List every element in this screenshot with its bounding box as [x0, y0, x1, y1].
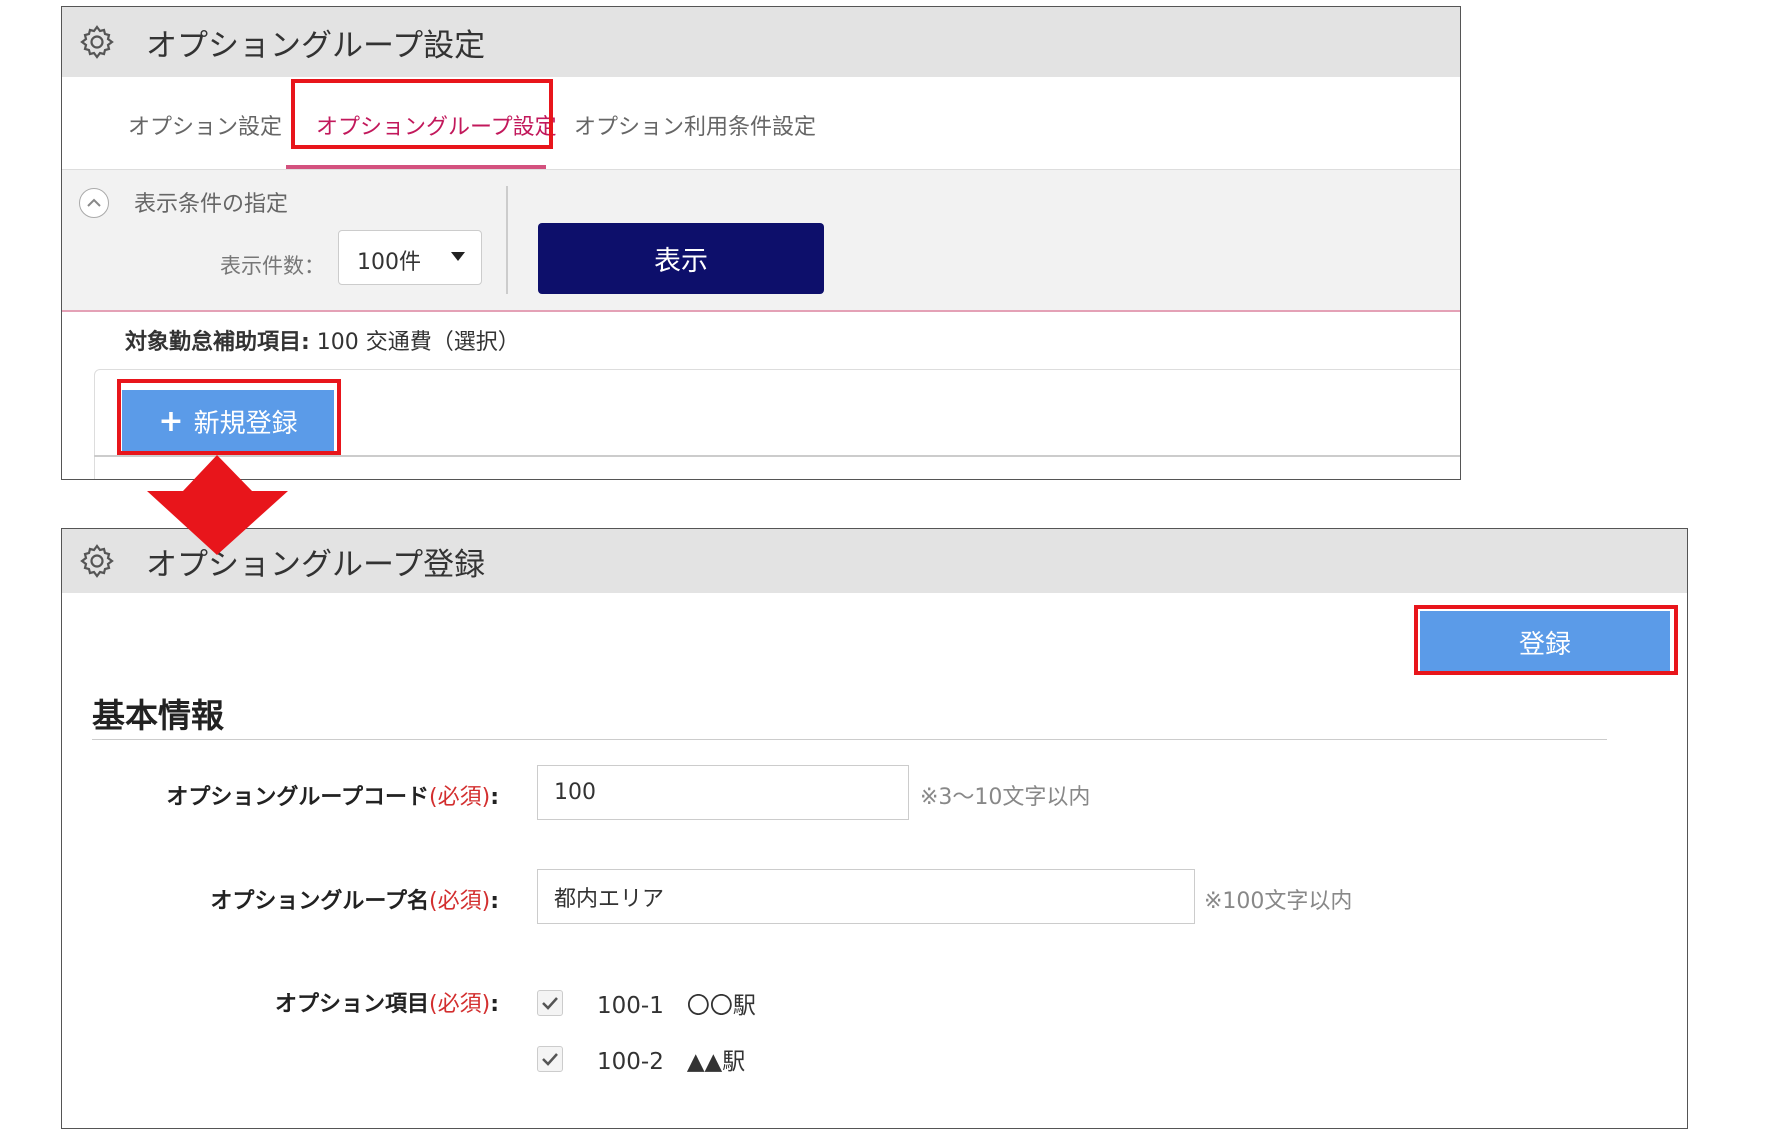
tab-bar: オプション設定 オプショングループ設定 オプション利用条件設定: [62, 77, 1460, 169]
new-registration-label: 新規登録: [193, 408, 298, 439]
option-item-text: 100-1 〇〇駅: [597, 993, 756, 1019]
target-item-line: 対象勤怠補助項目: 100 交通費（選択）: [125, 324, 520, 356]
page-title: オプショングループ設定: [146, 27, 486, 64]
option-item-text: 100-2 ▲▲駅: [597, 1049, 746, 1075]
gear-icon: [78, 542, 116, 580]
list-divider: [94, 455, 1460, 457]
caret-down-icon: [451, 252, 465, 261]
filter-title: 表示条件の指定: [134, 192, 289, 217]
option-group-settings-panel: オプショングループ設定 オプション設定 オプショングループ設定 オプション利用条…: [61, 6, 1461, 480]
option-item: 100-2 ▲▲駅: [537, 1042, 745, 1076]
label-colon: :: [490, 889, 499, 914]
display-count-select[interactable]: 100件: [338, 230, 482, 285]
check-icon: [542, 1053, 558, 1066]
option-item: 100-1 〇〇駅: [537, 986, 756, 1020]
tab-option-group-settings[interactable]: オプショングループ設定: [316, 109, 557, 141]
plus-icon: +: [158, 403, 184, 439]
target-item-value: 100 交通費（選択）: [309, 330, 520, 355]
double-arrow-icon: [147, 455, 288, 555]
group-name-label: オプショングループ名(必須):: [210, 883, 499, 915]
required-mark: (必須): [429, 992, 491, 1017]
label-colon: :: [490, 785, 499, 810]
option-checkbox[interactable]: [537, 1046, 563, 1072]
chevron-up-icon: [87, 198, 101, 207]
display-count-label: 表示件数：: [220, 254, 325, 278]
show-button[interactable]: 表示: [538, 223, 824, 294]
option-checkbox[interactable]: [537, 990, 563, 1016]
title-bar: オプショングループ登録: [62, 529, 1687, 593]
section-divider: [92, 739, 1607, 740]
gear-icon: [78, 23, 116, 61]
title-bar: オプショングループ設定: [62, 7, 1460, 77]
group-name-label-text: オプショングループ名: [210, 889, 430, 914]
option-items-label: オプション項目(必須):: [275, 986, 499, 1018]
collapse-button[interactable]: [79, 188, 109, 218]
option-items-label-text: オプション項目: [275, 992, 430, 1017]
register-button[interactable]: 登録: [1420, 611, 1670, 673]
label-colon: :: [490, 992, 499, 1017]
target-item-label: 対象勤怠補助項目:: [125, 330, 310, 355]
option-group-registration-panel: オプショングループ登録 登録 基本情報 オプショングループコード(必須): 10…: [61, 528, 1688, 1129]
display-count-value: 100件: [357, 250, 421, 275]
vertical-divider: [506, 186, 508, 294]
group-code-hint: ※3～10文字以内: [920, 785, 1091, 810]
required-mark: (必須): [429, 889, 491, 914]
tab-option-usage-conditions[interactable]: オプション利用条件設定: [574, 109, 816, 141]
filter-panel: 表示条件の指定 表示件数： 100件 表示: [62, 169, 1460, 312]
group-name-hint: ※100文字以内: [1204, 889, 1353, 914]
section-title: 基本情報: [92, 696, 224, 735]
check-icon: [542, 997, 558, 1010]
required-mark: (必須): [429, 785, 491, 810]
group-code-input[interactable]: 100: [537, 765, 909, 820]
tab-option-settings[interactable]: オプション設定: [128, 109, 282, 141]
group-name-input[interactable]: 都内エリア: [537, 869, 1195, 924]
new-registration-button[interactable]: + 新規登録: [122, 390, 334, 452]
group-code-label: オプショングループコード(必須):: [166, 779, 499, 811]
group-code-label-text: オプショングループコード: [166, 785, 430, 810]
